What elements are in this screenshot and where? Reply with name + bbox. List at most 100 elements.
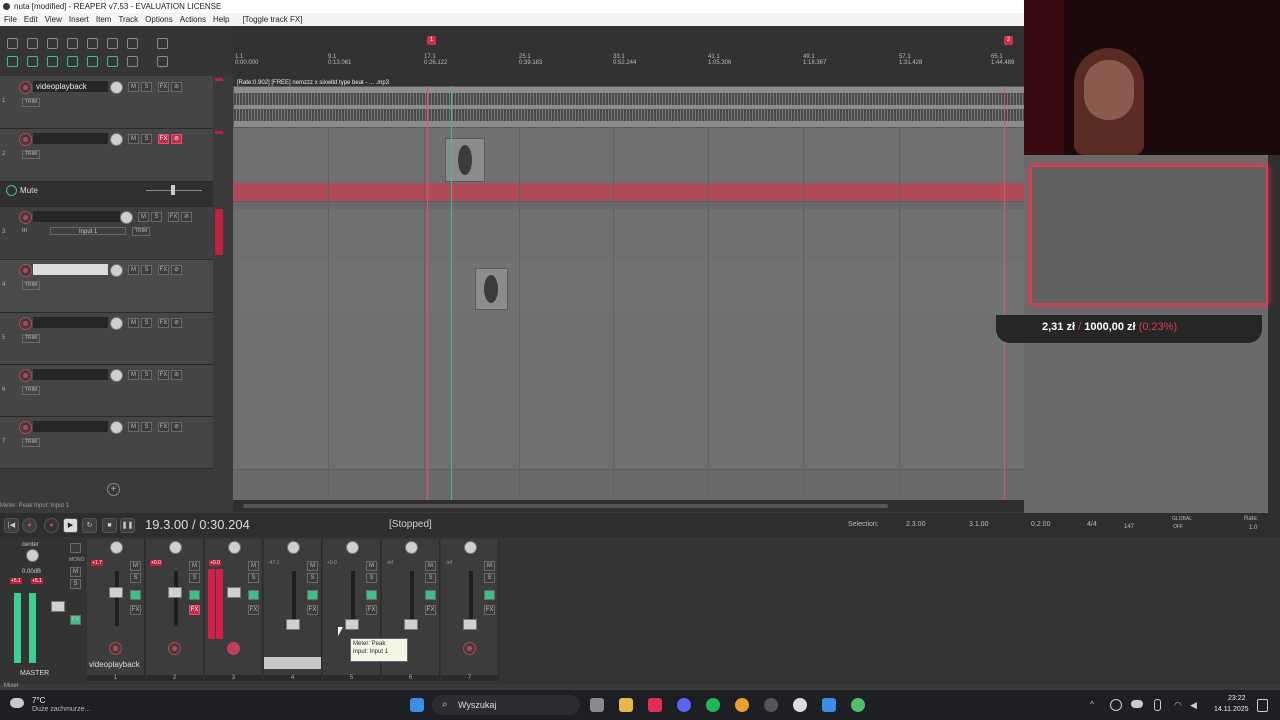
bpm-display[interactable]: 147 [1124,524,1134,530]
notification-icon[interactable] [1257,699,1268,712]
marker-2[interactable]: 2 [1004,36,1013,45]
mute-button[interactable]: M [366,561,377,571]
auto-crossfade-icon[interactable] [47,56,58,67]
taskbar-search[interactable]: ⌕ Wyszukaj [432,695,580,715]
track-7-lane[interactable] [233,417,1024,470]
tiktok-icon[interactable] [648,698,662,712]
add-track-icon[interactable]: + [107,483,120,496]
volume-fader[interactable] [345,619,359,630]
master-fader[interactable] [51,601,65,612]
horizontal-scrollbar[interactable] [233,500,1024,512]
mute-button[interactable]: M [128,265,139,275]
volume-knob[interactable] [110,264,123,277]
menu-options[interactable]: Options [145,13,173,26]
loop-icon[interactable] [107,56,118,67]
mixer-strip-3[interactable]: +0.0 M S FX 3 [205,539,263,682]
notepad-icon[interactable] [822,698,836,712]
record-arm-button[interactable] [19,81,32,94]
volume-knob[interactable] [110,369,123,382]
solo-button[interactable]: S [141,422,152,432]
phase-button[interactable]: ⊘ [171,422,182,432]
volume-fader[interactable] [227,587,241,598]
track-name-field[interactable]: videoplayback [33,81,108,92]
trim-button[interactable]: TRIM [22,386,41,395]
master-strip[interactable]: center 0.00dB +5.1 +5.1 MONO M S FX MAST… [0,537,86,684]
track-5-header[interactable]: 5 M S FX ⊘ TRIM [0,313,213,365]
obs-icon[interactable] [764,698,778,712]
mixer-strip-4[interactable]: -47.1 M S FX 4 [264,539,322,682]
fx-button[interactable]: FX [307,605,318,615]
pan-knob[interactable] [110,541,123,554]
volume-knob[interactable] [110,133,123,146]
solo-button[interactable]: S [366,573,377,583]
discord-icon[interactable] [677,698,691,712]
track-name-field[interactable] [33,317,108,328]
fx-button[interactable]: FX [158,82,169,92]
solo-button[interactable]: S [307,573,318,583]
input-select[interactable]: Input 1 [50,227,126,235]
rec-mode-button[interactable] [189,590,200,600]
record-arm-button[interactable] [168,642,181,655]
clock-time[interactable]: 23:22 [1228,695,1246,702]
master-mute-button[interactable]: M [70,567,81,577]
track-3-lane[interactable] [233,209,1024,262]
mixer-strip-2[interactable]: +0.0 M S FX 2 [146,539,204,682]
trim-button[interactable]: TRIM [132,227,151,236]
mixer-strip-7[interactable]: -inf M S FX 7 [441,539,499,682]
sync-icon[interactable] [1110,699,1122,711]
file-explorer-icon[interactable] [619,698,633,712]
play-button[interactable]: ▶ [63,518,78,533]
envelope-slider-handle[interactable] [171,185,175,195]
fx-button[interactable]: FX [366,605,377,615]
mute-button[interactable]: M [130,561,141,571]
trim-button[interactable]: TRIM [22,334,41,343]
ripple-edit-icon[interactable] [7,56,18,67]
undo-icon[interactable] [87,38,98,49]
mixer-strip-1[interactable]: +1.7 M S FX videoplayback 1 [87,539,145,682]
mute-button[interactable]: M [425,561,436,571]
mute-button[interactable]: M [307,561,318,571]
marker-1[interactable]: 1 [427,36,436,45]
record-arm-transport-button[interactable]: ● [44,518,59,533]
master-fx-button[interactable]: FX [70,615,81,625]
solo-button[interactable]: S [425,573,436,583]
track-7-header[interactable]: 7 M S FX ⊘ TRIM [0,417,213,469]
record-arm-button[interactable] [19,317,32,330]
volume-fader[interactable] [168,587,182,598]
microphone-icon[interactable] [1154,699,1161,711]
item-grouping-icon[interactable] [27,56,38,67]
volume-fader[interactable] [463,619,477,630]
clock-date[interactable]: 14.11.2025 [1214,706,1249,713]
solo-button[interactable]: S [484,573,495,583]
menu-actions[interactable]: Actions [180,13,206,26]
phase-button[interactable]: ⊘ [181,212,192,222]
track-2-lane[interactable] [233,131,1024,184]
fx-button[interactable]: FX [248,605,259,615]
volume-knob[interactable] [110,421,123,434]
volume-fader[interactable] [404,619,418,630]
master-pan-knob[interactable] [26,549,39,562]
track-6-header[interactable]: 6 M S FX ⊘ TRIM [0,365,213,417]
mute-button[interactable]: M [484,561,495,571]
blank-toolbar-icon[interactable] [157,38,168,49]
fx-button[interactable]: FX [484,605,495,615]
mute-button[interactable]: M [138,212,149,222]
fx-button[interactable]: FX [158,265,169,275]
snap-grid-icon[interactable] [87,56,98,67]
record-arm-button[interactable] [19,133,32,146]
pan-knob[interactable] [228,541,241,554]
fx-button[interactable]: FX [158,370,169,380]
record-arm-button[interactable] [227,642,240,655]
vertical-scrollbar[interactable] [1268,155,1280,513]
phase-button[interactable]: ⊘ [171,82,182,92]
mute-envelope-lane[interactable] [233,183,1024,202]
rate-value[interactable]: 1.0 [1249,525,1257,531]
mute-button[interactable]: M [128,318,139,328]
track-6-lane[interactable] [233,365,1024,418]
record-arm-button[interactable] [463,642,476,655]
mute-button[interactable]: M [128,134,139,144]
selection-length[interactable]: 0.2.00 [1031,521,1050,528]
master-blank-button[interactable] [70,543,81,553]
rec-mode-button[interactable] [248,590,259,600]
selection-end[interactable]: 3.1.00 [969,521,988,528]
